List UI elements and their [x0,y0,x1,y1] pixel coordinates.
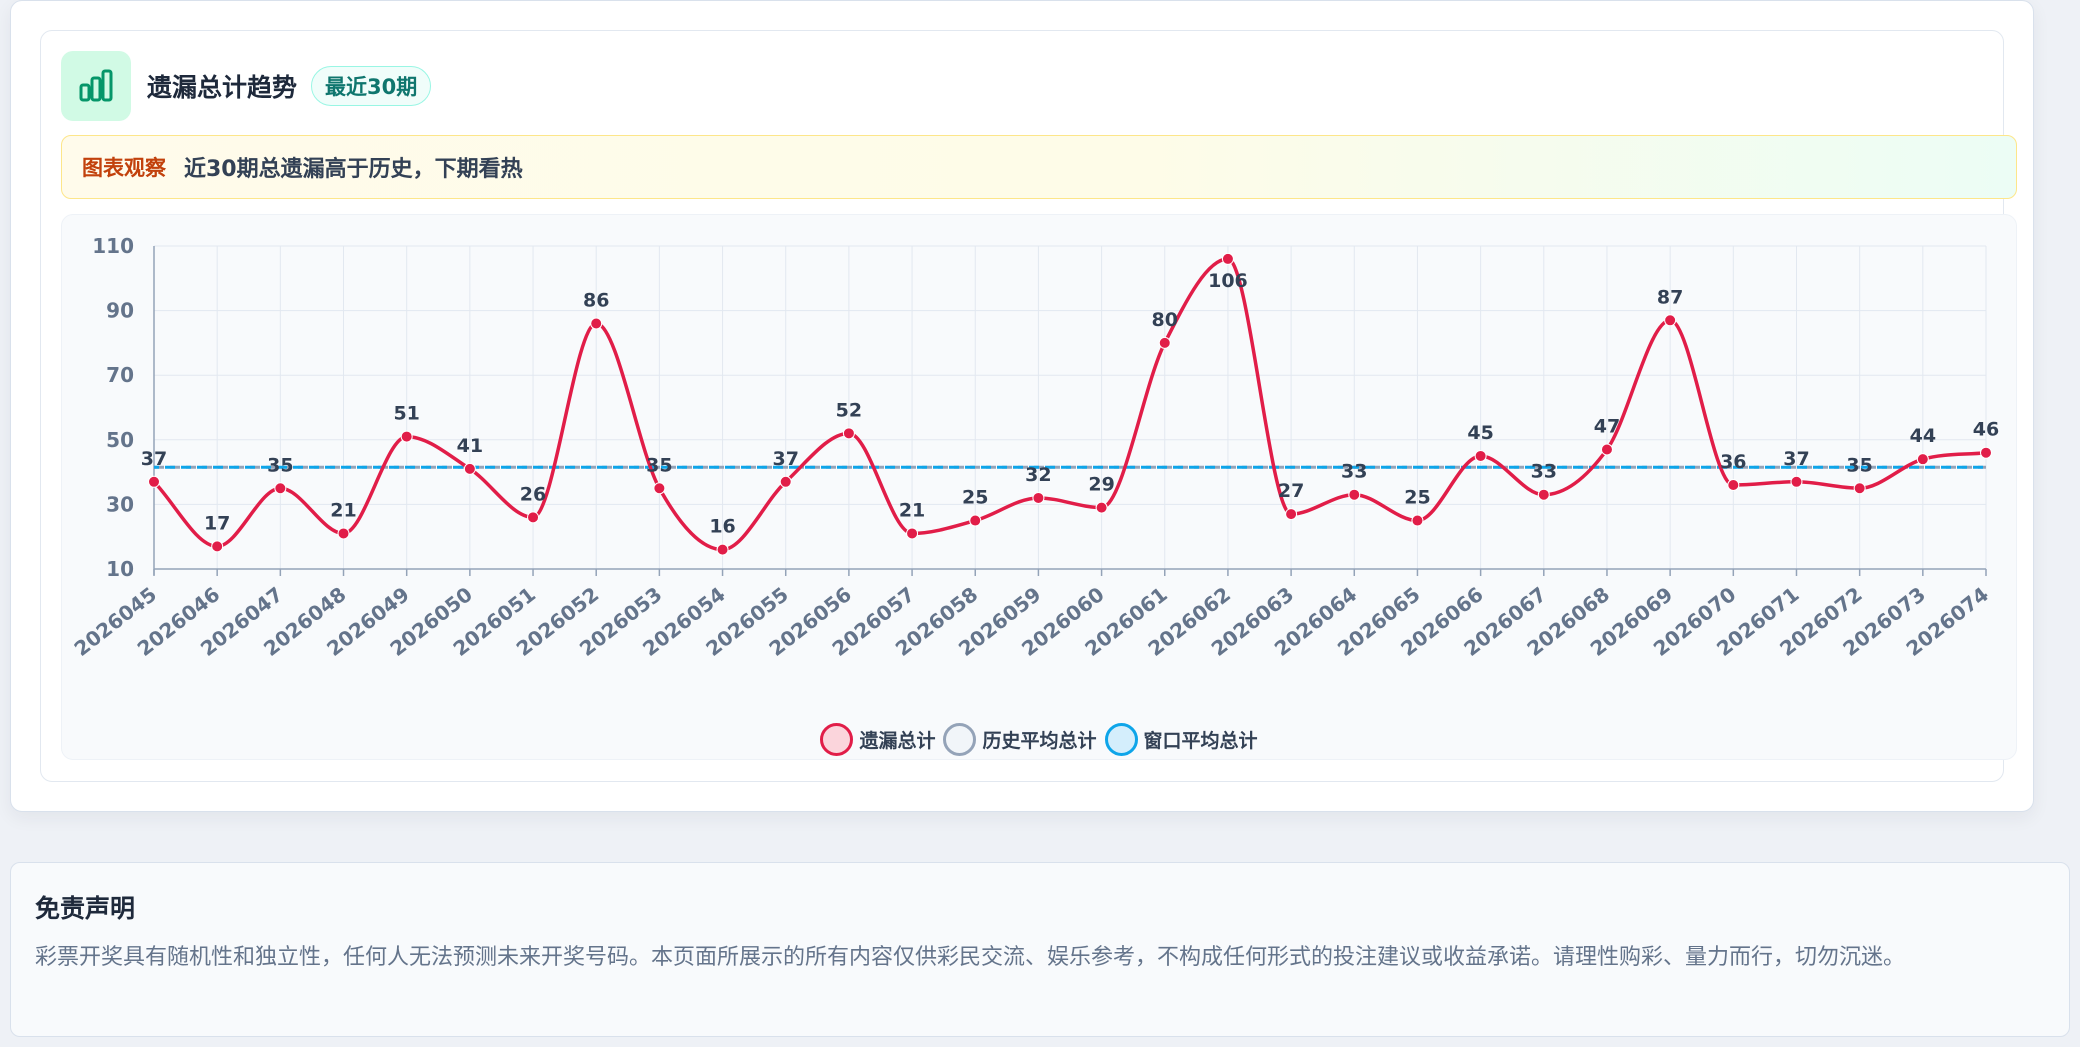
legend-swatch-hist-avg [943,723,977,756]
data-point [1853,482,1866,495]
bar-chart-icon [61,51,131,121]
data-point [1158,336,1171,349]
data-point [148,475,160,488]
trend-card: 遗漏总计趋势 最近30期 图表观察 近30期总遗漏高于历史，下期看热 10 30 5… [10,0,2034,812]
data-label: 44 [1910,425,1936,447]
data-label: 35 [646,454,672,476]
data-label: 37 [141,448,167,470]
data-point [1348,488,1361,501]
data-label: 80 [1152,309,1178,331]
data-point [1285,508,1298,521]
disclaimer-text: 彩票开奖具有随机性和独立性，任何人无法预测未来开奖号码。本页面所展示的所有内容仅… [35,945,1906,970]
legend-swatch-window-avg [1104,723,1138,756]
data-label: 41 [457,435,483,457]
data-label: 27 [1278,480,1304,502]
data-point [1411,514,1424,527]
data-point [590,317,603,330]
data-label: 86 [583,290,609,312]
data-point [1537,488,1550,501]
data-point [463,462,476,475]
miss-total-series-line [152,257,1987,552]
data-point [653,482,666,495]
data-label: 47 [1594,415,1620,437]
observation-label: 图表观察 [82,156,166,180]
legend-swatch-miss-total [820,723,854,756]
card-title: 遗漏总计趋势 [147,73,298,102]
legend-item-miss-total[interactable]: 遗漏总计 [820,723,935,756]
data-point [1727,479,1740,492]
data-label: 25 [1404,487,1430,509]
chart-card: 遗漏总计趋势 最近30期 图表观察 近30期总遗漏高于历史，下期看热 10 30 5… [40,30,2017,782]
data-label: 35 [1846,454,1872,476]
data-point [211,540,224,553]
data-label: 16 [709,516,735,538]
data-label: 46 [1973,419,1999,441]
data-label: 52 [836,399,862,421]
data-point [1664,314,1677,327]
y-tick-label: 10 [106,557,134,581]
data-label: 37 [1783,448,1809,470]
data-label: 25 [962,487,988,509]
data-point [906,527,919,540]
data-point [337,527,350,540]
data-point [716,543,729,556]
data-point [1600,443,1613,456]
legend-item-hist-avg[interactable]: 历史平均总计 [943,723,1097,756]
data-point [1474,449,1487,462]
data-label: 21 [330,499,356,521]
data-point [1032,491,1045,504]
y-tick-label: 70 [106,363,134,387]
y-tick-label: 90 [106,299,134,323]
data-point [1980,446,1992,459]
data-label: 29 [1088,474,1114,496]
data-label: 32 [1025,464,1051,486]
data-label: 33 [1341,461,1367,483]
legend-item-window-avg[interactable]: 窗口平均总计 [1104,723,1258,756]
data-point [1916,453,1929,466]
data-point [1790,475,1803,488]
disclaimer-title: 免责声明 [35,894,136,923]
data-label: 26 [520,483,546,505]
legend-label: 窗口平均总计 [1143,730,1258,752]
data-label: 36 [1720,451,1746,473]
legend-label: 遗漏总计 [859,730,936,752]
data-label: 17 [204,512,230,534]
y-tick-label: 30 [106,492,134,516]
data-label: 33 [1531,461,1557,483]
data-label: 21 [899,499,925,521]
data-point [527,511,540,524]
period-badge[interactable]: 最近30期 [311,66,432,106]
data-label: 51 [393,403,419,425]
data-point [400,430,413,443]
chart-panel: 10 30 50 70 90 110 2026045 2026046 2026047 202604… [61,214,2017,760]
miss-total-line-chart: 1030507090110202604520260462026047202604… [70,234,2000,661]
data-point [779,475,792,488]
data-label: 35 [267,454,293,476]
data-point [842,427,855,440]
chart-legend: 遗漏总计 历史平均总计 窗口平均总计 [62,723,2016,756]
data-point [1095,501,1108,514]
data-label: 37 [772,448,798,470]
data-point [274,482,287,495]
data-point [969,514,982,527]
data-label: 87 [1657,286,1683,308]
y-tick-label: 50 [106,428,134,452]
chart-observation: 图表观察 近30期总遗漏高于历史，下期看热 [61,135,2017,199]
data-label: 106 [1208,270,1248,292]
data-label: 45 [1467,422,1493,444]
y-tick-label: 110 [92,234,134,258]
card-header: 遗漏总计趋势 最近30期 [61,51,432,121]
observation-text: 近30期总遗漏高于历史，下期看热 [184,157,523,182]
disclaimer-section: 免责声明 彩票开奖具有随机性和独立性，任何人无法预测未来开奖号码。本页面所展示的… [10,862,2070,1037]
legend-label: 历史平均总计 [982,730,1097,752]
data-point [1221,252,1234,265]
